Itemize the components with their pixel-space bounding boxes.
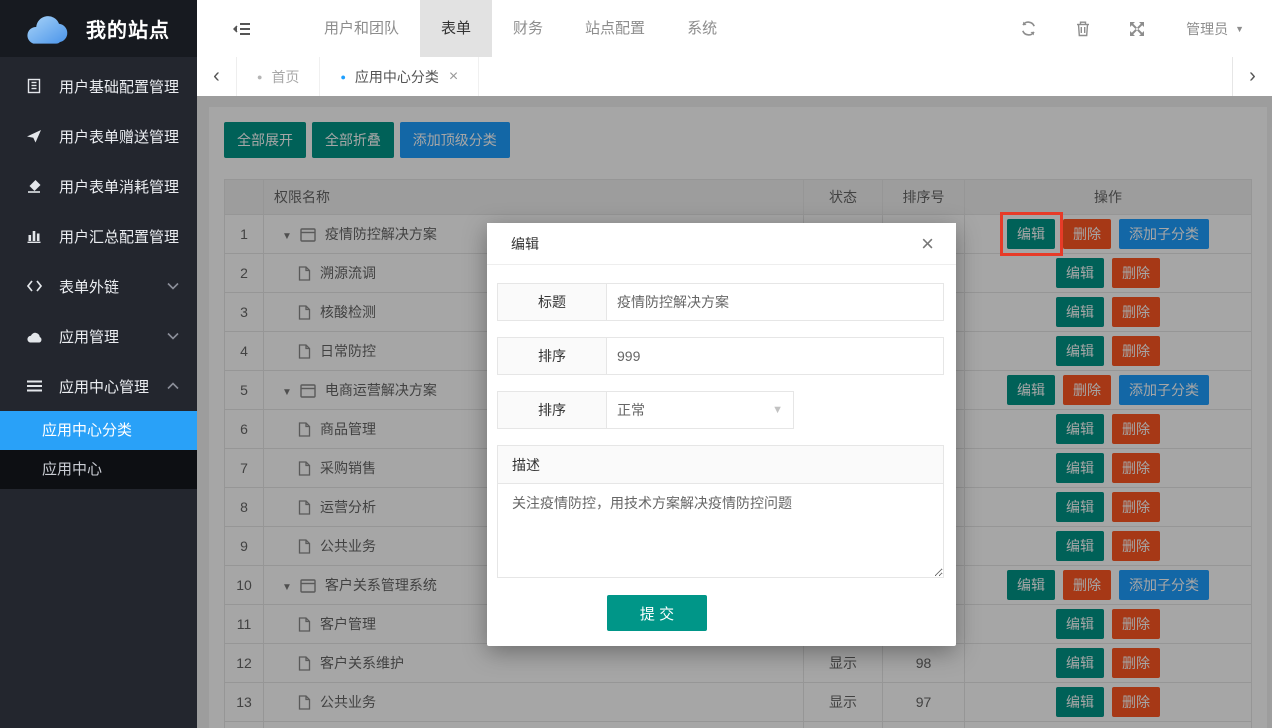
top-icons: 管理员 ▼ — [1001, 0, 1272, 57]
chevron-down-icon — [167, 282, 179, 290]
tab-dot-icon: ● — [257, 72, 262, 82]
building-grid-icon — [24, 78, 44, 94]
sidebar-item-app-manage[interactable]: 应用管理 — [0, 311, 197, 361]
cloud-logo-icon — [22, 12, 74, 46]
user-name: 管理员 — [1186, 19, 1228, 39]
submit-button[interactable]: 提 交 — [607, 595, 707, 631]
nav-item-users-teams[interactable]: 用户和团队 — [303, 0, 420, 57]
top-nav: 用户和团队 表单 财务 站点配置 系统 — [197, 0, 1272, 57]
sidebar-item-label: 用户汇总配置管理 — [59, 226, 179, 247]
tabs-scroll-left-icon[interactable]: ‹ — [197, 57, 237, 96]
paper-plane-icon — [24, 128, 44, 144]
cloud-icon — [24, 330, 44, 343]
trash-icon[interactable] — [1056, 20, 1110, 37]
sidebar-item-label: 用户基础配置管理 — [59, 76, 179, 97]
nav-item-system[interactable]: 系统 — [666, 0, 738, 57]
sidebar-item-label: 用户表单赠送管理 — [59, 126, 179, 147]
bar-chart-icon — [24, 228, 44, 244]
field-label: 排序 — [497, 337, 607, 375]
nav-item-finance[interactable]: 财务 — [492, 0, 564, 57]
description-label: 描述 — [498, 446, 943, 484]
nav-item-site-config[interactable]: 站点配置 — [564, 0, 666, 57]
edit-modal: 编辑 × 标题 排序 排序 正常 ▼ 描述 — [487, 223, 956, 646]
sidebar-item-user-summary[interactable]: 用户汇总配置管理 — [0, 211, 197, 261]
tab-label: 首页 — [271, 67, 299, 87]
status-select[interactable]: 正常 ▼ — [607, 392, 793, 428]
sidebar-item-form-consume[interactable]: 用户表单消耗管理 — [0, 161, 197, 211]
title-input[interactable] — [607, 284, 943, 320]
description-field: 描述 关注疫情防控，用技术方案解决疫情防控问题 — [497, 445, 944, 578]
nav-item-forms[interactable]: 表单 — [420, 0, 492, 57]
link-icon — [24, 279, 44, 293]
field-label: 标题 — [497, 283, 607, 321]
sort-field-row: 排序 — [497, 337, 944, 375]
modal-title: 编辑 — [511, 234, 539, 254]
sidebar-item-user-base-config[interactable]: 用户基础配置管理 — [0, 61, 197, 111]
sort-input[interactable] — [607, 338, 943, 374]
title-field-row: 标题 — [497, 283, 944, 321]
sidebar-item-label: 应用管理 — [59, 326, 167, 347]
sidebar: 用户基础配置管理 用户表单赠送管理 用户表单消耗管理 — [0, 57, 197, 728]
tab-app-center-category[interactable]: ● 应用中心分类 × — [320, 57, 479, 96]
top-bar: 我的站点 用户和团队 表单 财务 站点配置 系统 — [0, 0, 1272, 57]
fullscreen-icon[interactable] — [1110, 21, 1164, 37]
sidebar-item-form-external-link[interactable]: 表单外链 — [0, 261, 197, 311]
nav-items: 用户和团队 表单 财务 站点配置 系统 — [303, 0, 738, 57]
site-name: 我的站点 — [86, 14, 170, 43]
modal-body: 标题 排序 排序 正常 ▼ 描述 关注疫情防控，用技术方案解决疫情防控问题 — [487, 265, 956, 631]
menu-icon — [24, 380, 44, 392]
description-textarea[interactable]: 关注疫情防控，用技术方案解决疫情防控问题 — [498, 484, 943, 577]
tab-bar: ‹ ● 首页 ● 应用中心分类 × › — [197, 57, 1272, 96]
sidebar-item-label: 表单外链 — [59, 276, 167, 297]
chevron-up-icon — [167, 382, 179, 390]
tab-close-icon[interactable]: × — [449, 68, 458, 86]
modal-header: 编辑 × — [487, 223, 956, 265]
status-field-row: 排序 正常 ▼ — [497, 391, 944, 429]
sidebar-subitem-app-center[interactable]: 应用中心 — [0, 450, 197, 489]
tabs-scroll-right-icon[interactable]: › — [1232, 57, 1272, 96]
tab-label: 应用中心分类 — [355, 67, 439, 87]
selected-option: 正常 — [617, 400, 645, 420]
close-icon[interactable]: × — [921, 233, 934, 255]
sidebar-item-label: 应用中心管理 — [59, 376, 167, 397]
tab-home[interactable]: ● 首页 — [237, 57, 320, 96]
sidebar-item-label: 用户表单消耗管理 — [59, 176, 179, 197]
refresh-icon[interactable] — [1001, 20, 1056, 37]
tab-dot-icon: ● — [340, 72, 345, 82]
logo: 我的站点 — [0, 0, 197, 57]
user-menu[interactable]: 管理员 ▼ — [1164, 19, 1254, 39]
app-root: 我的站点 用户和团队 表单 财务 站点配置 系统 — [0, 0, 1272, 728]
chevron-down-icon: ▼ — [1235, 24, 1244, 34]
field-label: 排序 — [497, 391, 607, 429]
chevron-down-icon: ▼ — [772, 404, 783, 416]
chevron-down-icon — [167, 332, 179, 340]
eraser-icon — [24, 178, 44, 194]
menu-fold-icon[interactable] — [197, 0, 281, 57]
sidebar-subitem-app-center-category[interactable]: 应用中心分类 — [0, 411, 197, 450]
sidebar-item-app-center-manage[interactable]: 应用中心管理 — [0, 361, 197, 411]
sidebar-item-form-gift[interactable]: 用户表单赠送管理 — [0, 111, 197, 161]
